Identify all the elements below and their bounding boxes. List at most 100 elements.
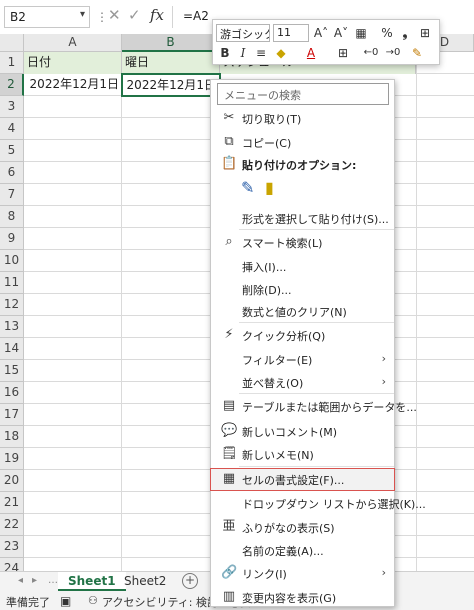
row-header-17[interactable]: 17 [0,404,24,426]
menu-item-10[interactable]: フィルター(E) › [211,349,394,370]
chevron-down-icon[interactable]: ▾ [80,9,85,20]
format-style-icon[interactable]: ▦ [353,24,369,42]
font-name-select[interactable]: 游ゴシック [216,24,270,42]
increase-decimal-icon[interactable]: ←0 [363,44,379,62]
menu-item-13[interactable]: 💬 新しいコメント(M) [211,421,394,442]
row-header-13[interactable]: 13 [0,316,24,338]
font-color-icon[interactable]: A [303,44,319,62]
note-icon: 🗒 [221,446,238,461]
menu-item-label: 形式を選択して貼り付け(S)... [242,213,389,226]
increase-font-icon[interactable]: A˄ [313,24,329,42]
sheet-tab-sheet2[interactable]: Sheet2 [114,572,176,591]
select-all-corner[interactable] [0,34,24,52]
row-header-16[interactable]: 16 [0,382,24,404]
cell-b1[interactable]: 曜日 [122,52,220,74]
menu-item-19[interactable]: 🔗 リンク(I) › [211,563,394,584]
row-header-7[interactable]: 7 [0,184,24,206]
row-header-14[interactable]: 14 [0,338,24,360]
row-header-15[interactable]: 15 [0,360,24,382]
menu-item-12[interactable]: ▤ テーブルまたは範囲からデータを... [211,396,417,417]
scroll-left-icon[interactable]: ◂ [18,575,23,586]
menu-item-14[interactable]: 🗒 新しいメモ(N) [211,444,394,465]
row-header-3[interactable]: 3 [0,96,24,118]
menu-item-20[interactable]: ▥ 変更内容を表示(G) [211,587,394,608]
menu-item-label: フィルター(E) [242,354,313,367]
menu-item-5[interactable]: ⌕ スマート検索(L) [211,232,394,253]
menu-item-4[interactable]: 形式を選択して貼り付け(S)... [211,208,394,229]
menu-item-label: 新しいコメント(M) [242,426,338,439]
cell-b2[interactable]: 2022年12月1日 [121,73,221,97]
menu-item-label: 削除(D)... [242,284,292,297]
cell-a1[interactable]: 日付 [24,52,122,74]
row-header-9[interactable]: 9 [0,228,24,250]
row-header-6[interactable]: 6 [0,162,24,184]
borders-icon[interactable]: ⊞ [335,44,351,62]
scissors-icon: ✂ [223,110,235,125]
menu-item-label: 数式と値のクリア(N) [242,306,347,319]
row-header-21[interactable]: 21 [0,492,24,514]
paste-icon[interactable]: ✎ [241,178,254,197]
row-header-18[interactable]: 18 [0,426,24,448]
menu-item-17[interactable]: 亜ふりがなの表示(S) [211,517,394,538]
menu-item-7[interactable]: 削除(D)... [211,279,394,300]
menu-item-1[interactable]: ✂ 切り取り(T) [211,108,394,129]
cancel-icon[interactable]: ✕ [108,6,121,24]
row-header-5[interactable]: 5 [0,140,24,162]
row-header-23[interactable]: 23 [0,536,24,558]
menu-item-15[interactable]: ▦ セルの書式設定(F)... [210,468,395,491]
column-header-a[interactable]: A [24,34,122,52]
menu-item-label: スマート検索(L) [242,237,323,250]
row-header-10[interactable]: 10 [0,250,24,272]
quick-analysis-icon: ⚡ [224,327,234,342]
row-header-4[interactable]: 4 [0,118,24,140]
menu-item-3: 📋 貼り付けのオプション: [211,154,394,175]
ready-status: 準備完了 [6,596,50,609]
more-sheets-icon[interactable]: … [48,575,58,586]
enter-icon[interactable]: ✓ [128,6,141,24]
row-header-12[interactable]: 12 [0,294,24,316]
context-menu: メニューの検索 ✂ 切り取り(T) ⧉ コピー(C) 📋 貼り付けのオプション: 形式を選択… [210,79,426,608]
menu-item-9[interactable]: ⚡ クイック分析(Q) [211,325,394,346]
menu-item-16[interactable]: ドロップダウン リストから選択(K)... [211,493,426,514]
row-header-11[interactable]: 11 [0,272,24,294]
cell-a2[interactable]: 2022年12月1日 [24,74,122,96]
menu-item-18[interactable]: 名前の定義(A)... [211,540,394,561]
menu-item-label: ふりがなの表示(S) [242,522,335,535]
menu-search-input[interactable]: メニューの検索 [217,83,389,105]
menu-item-label: クイック分析(Q) [242,330,326,343]
percent-style-icon[interactable]: % [379,24,395,42]
add-sheet-icon[interactable]: + [182,573,198,589]
name-box[interactable]: B2 ▾ [4,6,90,28]
row-header-22[interactable]: 22 [0,514,24,536]
menu-item-8[interactable]: 数式と値のクリア(N) [211,301,394,322]
table-format-icon[interactable]: ⊞ [417,24,433,42]
paste-values-icon[interactable]: ▮ [265,178,274,197]
menu-item-11[interactable]: 並べ替え(O) › [211,372,394,393]
accessibility-icon[interactable]: ⚇ [88,594,98,607]
bold-icon[interactable]: B [217,44,233,62]
insert-function-icon[interactable]: fx [150,6,164,24]
row-header-19[interactable]: 19 [0,448,24,470]
decrease-decimal-icon[interactable]: →0 [385,44,401,62]
italic-icon[interactable]: I [235,44,251,62]
row-header-8[interactable]: 8 [0,206,24,228]
align-center-icon[interactable]: ≡ [253,44,269,62]
row-header-20[interactable]: 20 [0,470,24,492]
menu-item-2[interactable]: ⧉ コピー(C) [211,132,394,153]
menu-item-label: 挿入(I)... [242,261,287,274]
macro-record-icon[interactable]: ▣ [60,594,71,608]
table-icon: ▤ [222,398,236,413]
scroll-right-icon[interactable]: ▸ [32,575,37,586]
row-header-1[interactable]: 1 [0,52,24,74]
column-header-b[interactable]: B [122,34,220,52]
menu-item-label: 名前の定義(A)... [242,545,324,558]
format-painter-icon[interactable]: ✎ [409,44,425,62]
fill-color-icon[interactable]: ◆ [273,44,289,62]
menu-item-6[interactable]: 挿入(I)... [211,256,394,277]
comma-style-icon[interactable]: ❟ [397,24,413,42]
menu-item-label: 変更内容を表示(G) [242,592,337,605]
row-header-2[interactable]: 2 [0,74,24,96]
decrease-font-icon[interactable]: A˅ [333,24,349,42]
font-size-select[interactable]: 11 [273,24,309,42]
paste-icon: 📋 [221,156,238,171]
